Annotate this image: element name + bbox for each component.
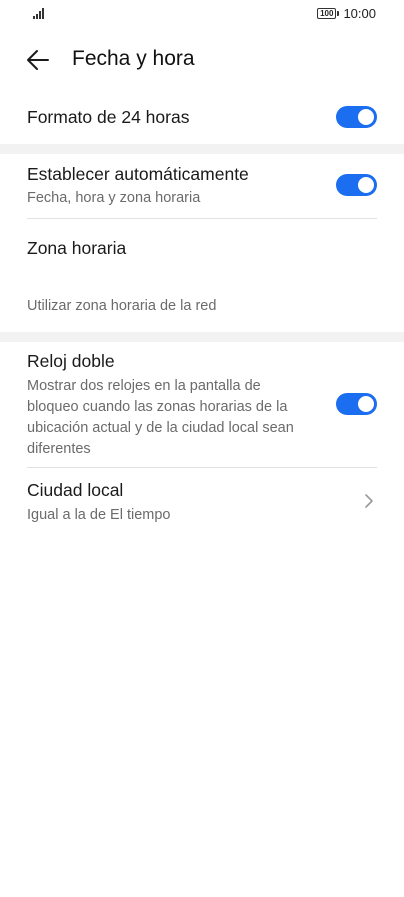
divider bbox=[27, 218, 377, 219]
battery-level: 100 bbox=[317, 8, 337, 19]
toggle-dual-clock[interactable] bbox=[336, 393, 377, 415]
setting-auto-set-label: Establecer automáticamente bbox=[27, 164, 249, 184]
setting-auto-set-sub: Fecha, hora y zona horaria bbox=[27, 190, 201, 206]
dual-clock-sub-line: ubicación actual y de la ciudad local se… bbox=[27, 420, 294, 436]
signal-icon bbox=[33, 7, 49, 19]
back-arrow-icon[interactable] bbox=[24, 46, 52, 74]
setting-timezone[interactable]: Zona horaria bbox=[0, 226, 404, 272]
setting-home-city-label: Ciudad local bbox=[27, 480, 124, 500]
setting-24h-format[interactable]: Formato de 24 horas bbox=[0, 96, 404, 140]
setting-home-city[interactable]: Ciudad local Igual a la de El tiempo bbox=[0, 470, 404, 532]
setting-24h-label: Formato de 24 horas bbox=[27, 107, 190, 127]
setting-dual-clock-sub: Mostrar dos relojes en la pantalla de bl… bbox=[27, 376, 294, 460]
section-gap bbox=[0, 144, 404, 154]
status-bar: 100 10:00 bbox=[0, 0, 404, 30]
battery-icon: 100 bbox=[317, 8, 340, 19]
status-right: 100 10:00 bbox=[317, 6, 376, 21]
toggle-auto-set[interactable] bbox=[336, 174, 377, 196]
setting-auto-set[interactable]: Establecer automáticamente Fecha, hora y… bbox=[0, 156, 404, 218]
dual-clock-sub-line: diferentes bbox=[27, 441, 91, 457]
section-gap bbox=[0, 332, 404, 342]
clock: 10:00 bbox=[343, 6, 376, 21]
setting-network-timezone: Utilizar zona horaria de la red bbox=[0, 288, 404, 324]
setting-dual-clock[interactable]: Reloj doble Mostrar dos relojes en la pa… bbox=[0, 344, 404, 466]
setting-timezone-label: Zona horaria bbox=[27, 238, 127, 258]
page-title: Fecha y hora bbox=[72, 47, 195, 70]
dual-clock-sub-line: bloqueo cuando las zonas horarias de la bbox=[27, 399, 288, 415]
divider bbox=[27, 467, 377, 468]
app-bar: Fecha y hora bbox=[0, 38, 404, 82]
chevron-right-icon bbox=[364, 493, 374, 509]
setting-network-timezone-label: Utilizar zona horaria de la red bbox=[27, 298, 217, 314]
setting-home-city-sub: Igual a la de El tiempo bbox=[27, 507, 171, 523]
setting-dual-clock-label: Reloj doble bbox=[27, 351, 115, 371]
dual-clock-sub-line: Mostrar dos relojes en la pantalla de bbox=[27, 378, 261, 394]
toggle-24h-format[interactable] bbox=[336, 106, 377, 128]
